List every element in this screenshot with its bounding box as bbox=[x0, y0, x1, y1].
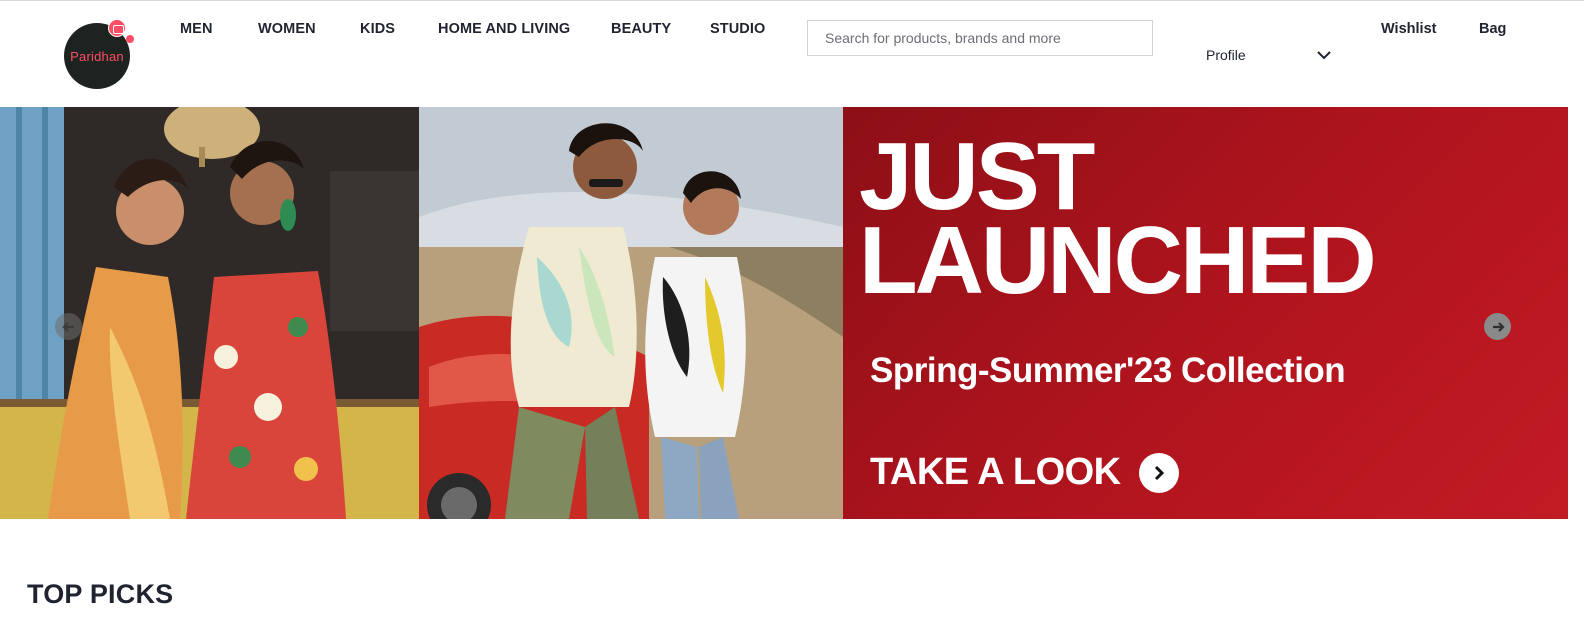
logo-text: Paridhan bbox=[70, 48, 124, 64]
carousel-prev-button[interactable] bbox=[55, 313, 82, 340]
nav-item-home-and-living[interactable]: HOME AND LIVING bbox=[438, 21, 570, 37]
shopping-bag-icon bbox=[108, 19, 126, 37]
site-header: Paridhan MEN WOMEN KIDS HOME AND LIVING … bbox=[0, 0, 1584, 107]
promo-panel: JUST LAUNCHED Spring-Summer'23 Collectio… bbox=[843, 107, 1568, 519]
chevron-right-icon bbox=[1138, 452, 1179, 493]
carousel-next-button[interactable] bbox=[1484, 313, 1511, 340]
wishlist-link[interactable]: Wishlist bbox=[1381, 21, 1436, 37]
top-picks-heading: TOP PICKS bbox=[27, 579, 174, 609]
chevron-down-icon bbox=[1317, 51, 1331, 60]
banner-men-image bbox=[419, 107, 843, 519]
profile-dropdown[interactable]: Profile bbox=[1206, 45, 1332, 65]
nav-item-women[interactable]: WOMEN bbox=[258, 21, 316, 37]
men-fashion-photo bbox=[419, 107, 843, 519]
nav-item-kids[interactable]: KIDS bbox=[360, 21, 395, 37]
profile-label: Profile bbox=[1206, 47, 1246, 63]
arrow-right-icon bbox=[1492, 321, 1505, 332]
promo-title-line2: LAUNCHED bbox=[859, 207, 1377, 314]
logo-dot bbox=[126, 35, 134, 43]
hero-banner[interactable]: JUST LAUNCHED Spring-Summer'23 Collectio… bbox=[0, 107, 1568, 519]
cta-label: TAKE A LOOK bbox=[870, 451, 1121, 493]
nav-item-men[interactable]: MEN bbox=[180, 21, 213, 37]
promo-subtitle: Spring-Summer'23 Collection bbox=[870, 351, 1346, 390]
nav-item-studio[interactable]: STUDIO bbox=[710, 21, 765, 37]
promo-title: JUST LAUNCHED bbox=[859, 129, 1377, 314]
search-input[interactable] bbox=[807, 20, 1153, 56]
nav-item-beauty[interactable]: BEAUTY bbox=[611, 21, 671, 37]
brand-logo[interactable]: Paridhan bbox=[64, 19, 134, 89]
bag-link[interactable]: Bag bbox=[1479, 21, 1506, 37]
arrow-left-icon bbox=[61, 321, 74, 332]
take-a-look-button[interactable]: TAKE A LOOK bbox=[870, 451, 1179, 494]
